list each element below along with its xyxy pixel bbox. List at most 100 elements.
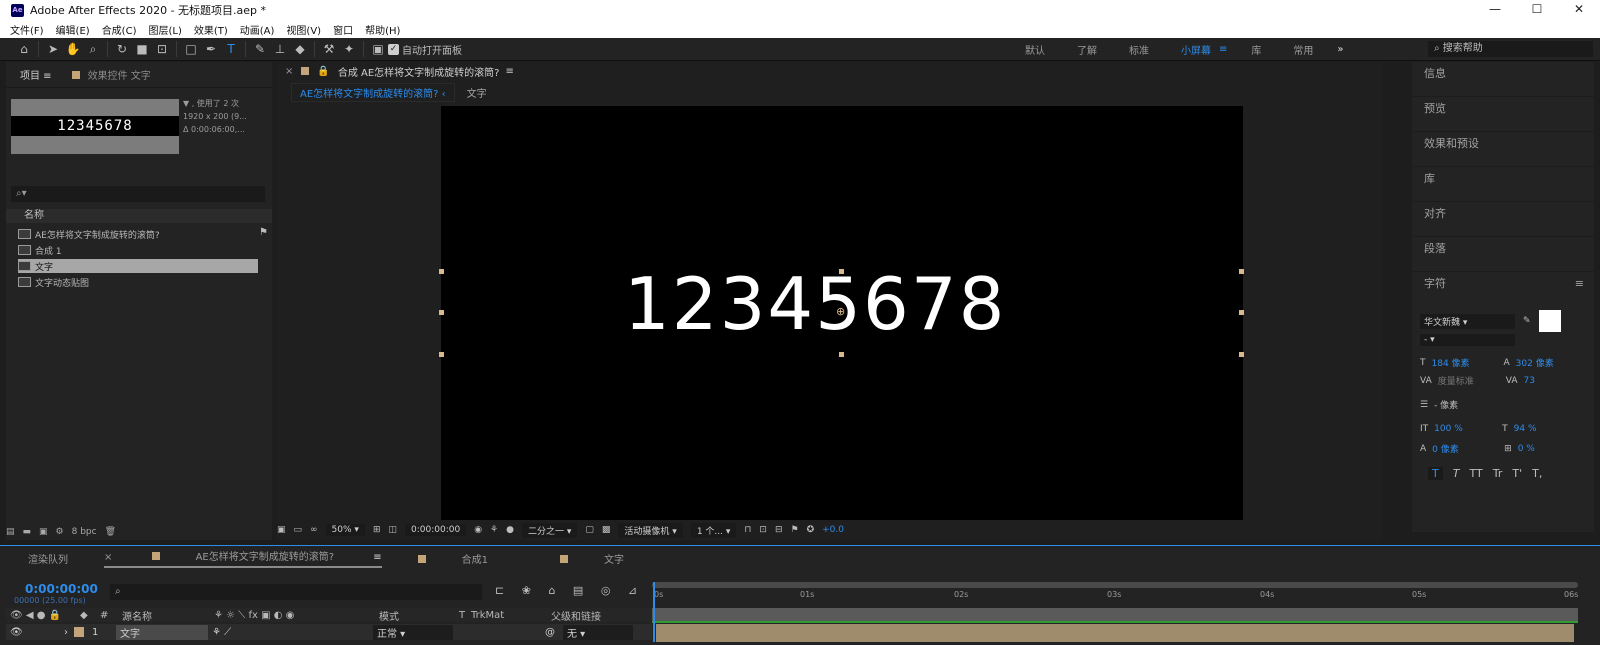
timeline-icon[interactable]: ⊟ bbox=[775, 525, 783, 535]
tab-render-queue[interactable]: 渲染队列 bbox=[28, 551, 68, 566]
toggle-view-icon[interactable]: ⊓ bbox=[744, 525, 751, 535]
breadcrumb-active[interactable]: AE怎样将文字制成旋转的滚筒? ‹ bbox=[291, 82, 455, 102]
layer-switches[interactable]: ⚘ ⟋ bbox=[208, 627, 373, 638]
menu-help[interactable]: 帮助(H) bbox=[365, 22, 400, 37]
flowchart-icon[interactable]: ⚑ bbox=[791, 525, 799, 535]
draft-3d-icon[interactable]: ❀ bbox=[522, 584, 531, 597]
flowchart-icon[interactable]: ⚑ bbox=[259, 227, 268, 238]
parent-select[interactable]: 无 ▾ bbox=[563, 624, 633, 640]
vertical-scale-value[interactable]: 100 % bbox=[1434, 424, 1494, 434]
timeline-search-input[interactable]: ⌕ bbox=[110, 584, 482, 600]
pickwhip-icon[interactable]: @ bbox=[545, 627, 555, 638]
frame-blending-icon[interactable]: ▤ bbox=[573, 584, 583, 597]
timeline-timecode[interactable]: 0:00:00:00 bbox=[25, 582, 98, 596]
viewer-timecode[interactable]: 0:00:00:00 bbox=[405, 524, 467, 536]
mask-icon[interactable]: ◫ bbox=[388, 525, 397, 535]
transform-handle[interactable] bbox=[839, 269, 844, 274]
transform-handle[interactable] bbox=[439, 269, 444, 274]
eraser-tool-icon[interactable]: ◆ bbox=[290, 39, 310, 59]
parent-header[interactable]: 父级和链接 bbox=[551, 608, 601, 623]
layer-switches-header[interactable]: ⚘ ☼ ⟍ fx ▣ ◐ ◉ bbox=[214, 610, 379, 621]
paragraph-panel-tab[interactable]: 段落 bbox=[1412, 237, 1594, 272]
zoom-tool-icon[interactable]: ⌕ bbox=[83, 39, 103, 59]
all-caps-button[interactable]: TT bbox=[1469, 467, 1482, 480]
workspace-default[interactable]: 默认 bbox=[1025, 42, 1045, 57]
current-time-indicator[interactable] bbox=[653, 582, 655, 642]
views-select[interactable]: 1 个... ▾ bbox=[690, 522, 737, 538]
shy-layers-icon[interactable]: ⌂ bbox=[548, 584, 555, 597]
font-size-value[interactable]: 184 像素 bbox=[1432, 356, 1492, 369]
info-panel-tab[interactable]: 信息 bbox=[1412, 62, 1594, 97]
fit-icon[interactable]: ⊞ bbox=[373, 525, 381, 535]
workspace-menu-icon[interactable]: ≡ bbox=[1219, 44, 1227, 55]
tab-effect-controls[interactable]: 效果控件 文字 bbox=[71, 67, 151, 82]
show-snapshot-icon[interactable]: ⚘ bbox=[490, 525, 498, 535]
lock-icon[interactable]: 🔒 bbox=[317, 66, 329, 77]
transform-handle[interactable] bbox=[839, 352, 844, 357]
stroke-width-value[interactable]: - 像素 bbox=[1434, 398, 1458, 411]
bpc-label[interactable]: 8 bpc bbox=[72, 527, 97, 537]
visibility-toggle-icon[interactable]: 👁 bbox=[10, 627, 64, 638]
project-search-input[interactable]: ⌕▾ bbox=[11, 186, 265, 202]
menu-animation[interactable]: 动画(A) bbox=[240, 22, 275, 37]
transform-handle[interactable] bbox=[439, 352, 444, 357]
search-help-input[interactable]: ⌕ 搜索帮助 bbox=[1428, 41, 1593, 57]
trkmat-header[interactable]: TrkMat bbox=[471, 610, 551, 621]
auto-open-checkbox[interactable]: ✓ bbox=[388, 43, 399, 55]
subscript-button[interactable]: T, bbox=[1532, 467, 1542, 480]
small-caps-button[interactable]: Tr bbox=[1493, 467, 1503, 480]
new-comp-icon[interactable]: ▣ bbox=[39, 527, 48, 537]
fill-color-swatch[interactable] bbox=[1538, 310, 1561, 332]
expand-arrow-icon[interactable]: › bbox=[64, 627, 74, 638]
rotate-tool-icon[interactable]: ↻ bbox=[112, 39, 132, 59]
close-button[interactable]: ✕ bbox=[1558, 0, 1600, 20]
workspace-library[interactable]: 库 bbox=[1251, 42, 1261, 57]
tab-close-icon[interactable]: × bbox=[104, 552, 112, 563]
home-icon[interactable]: ⌂ bbox=[14, 39, 34, 59]
overflow-chevron-icon[interactable]: » bbox=[1337, 44, 1343, 55]
menu-layer[interactable]: 图层(L) bbox=[148, 22, 181, 37]
composition-canvas[interactable]: 12345678 ⊕ bbox=[439, 106, 1244, 520]
leading-value[interactable]: 302 像素 bbox=[1516, 356, 1554, 369]
label-header-icon[interactable]: ◆ bbox=[80, 610, 100, 621]
pen-tool-icon[interactable]: ✒ bbox=[201, 39, 221, 59]
time-navigator-bar[interactable] bbox=[652, 582, 1578, 588]
project-item[interactable]: 文字动态贴图 bbox=[18, 275, 258, 289]
av-switches-header[interactable]: 👁 ◀ ● 🔒 bbox=[10, 610, 80, 621]
font-style-select[interactable]: - ▾ bbox=[1420, 334, 1515, 346]
anchor-point-icon[interactable]: ⊕ bbox=[836, 305, 845, 318]
monitor-icon[interactable]: ▭ bbox=[294, 525, 303, 535]
project-settings-icon[interactable]: ⚙ bbox=[56, 527, 64, 537]
workspace-standard[interactable]: 标准 bbox=[1129, 42, 1149, 57]
camera-tool-icon[interactable]: ■ bbox=[132, 39, 152, 59]
effects-presets-panel-tab[interactable]: 效果和预设 bbox=[1412, 132, 1594, 167]
minimize-button[interactable]: — bbox=[1474, 0, 1516, 20]
menu-composition[interactable]: 合成(C) bbox=[102, 22, 137, 37]
tab-comp-1[interactable]: 合成1 bbox=[417, 551, 524, 566]
workspace-learn[interactable]: 了解 bbox=[1077, 42, 1097, 57]
zoom-select[interactable]: 50% ▾ bbox=[325, 524, 365, 536]
transform-handle[interactable] bbox=[1239, 310, 1244, 315]
pan-behind-tool-icon[interactable]: ⊡ bbox=[152, 39, 172, 59]
source-name-header[interactable]: 源名称 bbox=[122, 608, 214, 623]
rectangle-tool-icon[interactable]: □ bbox=[181, 39, 201, 59]
mode-header[interactable]: 模式 bbox=[379, 608, 459, 623]
type-tool-icon[interactable]: T bbox=[221, 39, 241, 59]
exposure-value[interactable]: +0.0 bbox=[822, 525, 844, 535]
kerning-value[interactable]: 度量标准 bbox=[1438, 374, 1498, 387]
transform-handle[interactable] bbox=[1239, 269, 1244, 274]
layer-duration-bar[interactable] bbox=[656, 624, 1574, 642]
horizontal-scale-value[interactable]: 94 % bbox=[1514, 424, 1537, 434]
camera-select[interactable]: 活动摄像机 ▾ bbox=[618, 522, 683, 538]
maximize-button[interactable]: ☐ bbox=[1516, 0, 1558, 20]
always-preview-icon[interactable]: ▣ bbox=[277, 525, 286, 535]
layer-color-icon[interactable] bbox=[74, 627, 84, 637]
baseline-shift-value[interactable]: 0 像素 bbox=[1432, 442, 1492, 455]
workspace-small-screen[interactable]: 小屏幕 bbox=[1181, 42, 1211, 57]
3d-glasses-icon[interactable]: ∞ bbox=[310, 525, 318, 535]
new-folder-icon[interactable]: ▬ bbox=[23, 527, 32, 537]
work-area-bar[interactable] bbox=[652, 608, 1578, 622]
character-panel-tab[interactable]: 字符 ≡ bbox=[1412, 272, 1594, 307]
selection-tool-icon[interactable]: ➤ bbox=[43, 39, 63, 59]
toggle-panel-icon[interactable]: ▣ bbox=[368, 39, 388, 59]
